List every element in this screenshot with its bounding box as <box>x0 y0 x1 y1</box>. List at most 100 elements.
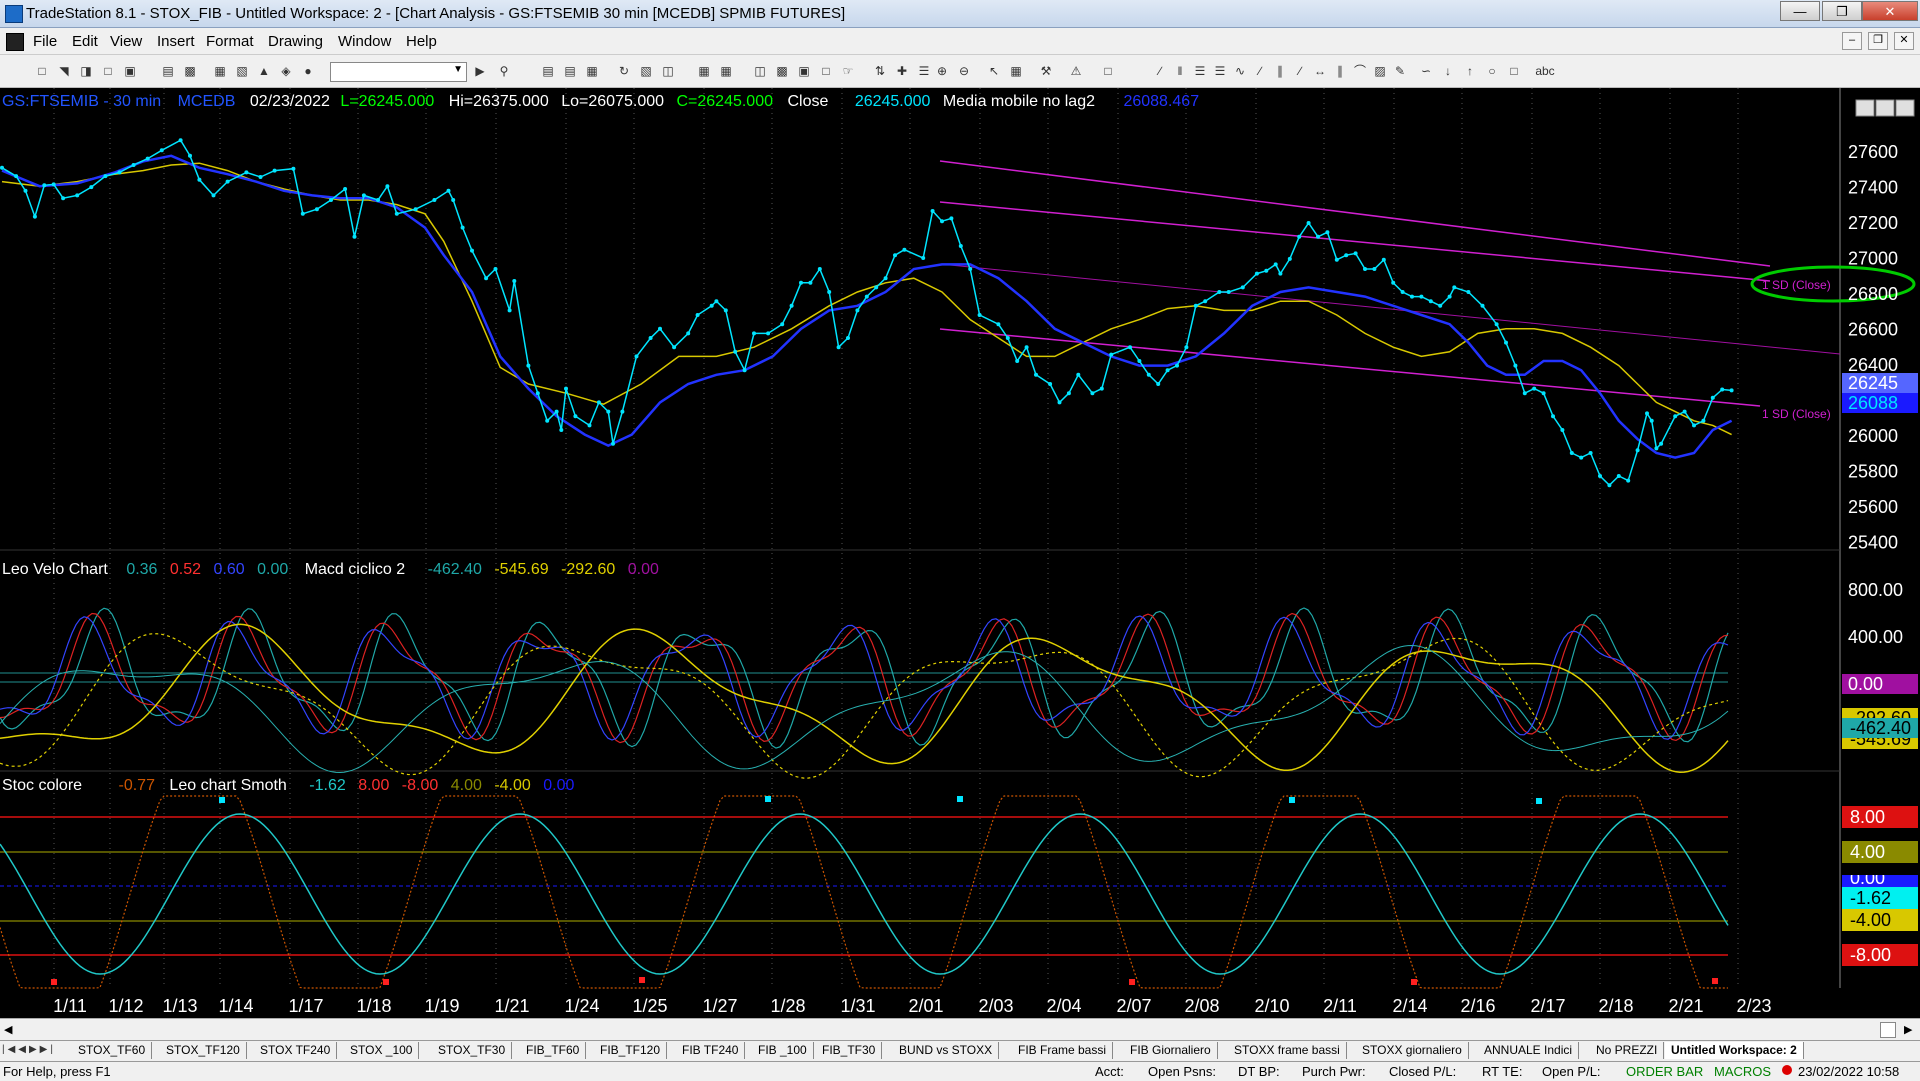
scroll-thumb[interactable] <box>1880 1022 1896 1038</box>
pane-close-button[interactable] <box>1895 99 1915 117</box>
status-macros[interactable]: MACROS <box>1714 1064 1771 1079</box>
select-icon[interactable]: ▦ <box>1008 63 1024 79</box>
radar-icon[interactable]: ▣ <box>796 63 812 79</box>
channel-regression-line[interactable] <box>939 263 1841 355</box>
strategy-icon[interactable]: ◈ <box>278 63 294 79</box>
new-icon[interactable]: □ <box>34 63 50 79</box>
help-icon[interactable]: □ <box>1100 63 1116 79</box>
workspace-tab[interactable]: FIB TF240 <box>676 1042 746 1059</box>
pane-restore-button[interactable] <box>1875 99 1895 117</box>
minimize-button[interactable]: — <box>1780 1 1820 21</box>
go-icon[interactable]: ▶ <box>472 63 488 79</box>
bar-chart-icon[interactable]: ▤ <box>540 63 556 79</box>
open-workspace-icon[interactable]: ◨ <box>78 63 94 79</box>
format-data-icon[interactable]: ▧ <box>234 63 250 79</box>
channel-icon[interactable]: ∥ <box>1332 63 1348 79</box>
line-chart-icon[interactable]: ▤ <box>562 63 578 79</box>
lock-icon[interactable]: ▲ <box>256 63 272 79</box>
print-icon[interactable]: ▤ <box>160 63 176 79</box>
time-zone-icon[interactable]: ▨ <box>1372 63 1388 79</box>
gann-icon[interactable]: ∿ <box>1232 63 1248 79</box>
menu-edit[interactable]: Edit <box>72 33 98 50</box>
split-icon[interactable]: ⇅ <box>872 63 888 79</box>
symbol-combo[interactable]: ▼ <box>330 62 467 82</box>
workspace-tab[interactable]: Untitled Workspace: 2 <box>1665 1042 1804 1059</box>
trendline-icon[interactable]: ∕ <box>1152 63 1168 79</box>
menu-file[interactable]: File <box>33 33 57 50</box>
channel-lower-line[interactable] <box>939 328 1761 407</box>
speedline-icon[interactable]: ∕ <box>1252 63 1268 79</box>
order-bar-icon[interactable]: ● <box>300 63 316 79</box>
symbol-lookup-icon[interactable]: ⚲ <box>496 63 512 79</box>
save-icon[interactable]: ▣ <box>122 63 138 79</box>
workspace-tab[interactable]: STOX_TF60 <box>72 1042 153 1059</box>
mdi-minimize-button[interactable]: – <box>1842 32 1862 50</box>
refresh-icon[interactable]: ↻ <box>616 63 632 79</box>
status-order-bar[interactable]: ORDER BAR <box>1626 1064 1703 1079</box>
scroll-right-icon[interactable]: ▶ <box>1904 1023 1912 1036</box>
workspace-tab[interactable]: ANNUALE Indici <box>1478 1042 1580 1059</box>
regression-icon[interactable]: ∕ <box>1292 63 1308 79</box>
open-icon[interactable]: ◥ <box>56 63 72 79</box>
tab-scroll-arrows-icon[interactable]: |◀◀▶▶| <box>2 1044 56 1055</box>
cursor-cross-icon[interactable]: ✚ <box>894 63 910 79</box>
menu-view[interactable]: View <box>110 33 142 50</box>
pointer-hand-icon[interactable]: ☞ <box>840 63 856 79</box>
workspace-tab[interactable]: STOX TF240 <box>254 1042 338 1059</box>
menu-insert[interactable]: Insert <box>157 33 195 50</box>
new-workspace-icon[interactable]: □ <box>100 63 116 79</box>
chart-style-icon[interactable]: ▧ <box>638 63 654 79</box>
close-button[interactable]: ✕ <box>1862 1 1918 21</box>
tile-icon[interactable]: ▦ <box>718 63 734 79</box>
workspace-tab[interactable]: STOX_TF120 <box>160 1042 247 1059</box>
rectangle-icon[interactable]: □ <box>1506 63 1522 79</box>
curve-icon[interactable]: ∽ <box>1418 63 1434 79</box>
workspace-tab[interactable]: STOXX frame bassi <box>1228 1042 1347 1059</box>
chart-window-icon[interactable] <box>6 33 24 51</box>
arrow-lr-icon[interactable]: ↔ <box>1312 63 1328 79</box>
workspace-tab[interactable]: STOX_TF30 <box>432 1042 513 1059</box>
insert-analysis-icon[interactable]: ◫ <box>752 63 768 79</box>
menu-drawing[interactable]: Drawing <box>268 33 323 50</box>
horizontal-lines-icon[interactable]: ☰ <box>1192 63 1208 79</box>
maximize-button[interactable]: ❐ <box>1822 1 1862 21</box>
window-layout-icon[interactable]: ▦ <box>696 63 712 79</box>
workspace-tab[interactable]: STOX _100 <box>344 1042 420 1059</box>
down-arrow-icon[interactable]: ↓ <box>1440 63 1456 79</box>
format-window-icon[interactable]: ▦ <box>212 63 228 79</box>
grid-icon[interactable]: ▦ <box>584 63 600 79</box>
workspace-tab[interactable]: FIB_TF30 <box>816 1042 883 1059</box>
workspace-tab[interactable]: BUND vs STOXX <box>893 1042 1000 1059</box>
text-tool-icon[interactable]: abc <box>1532 63 1558 79</box>
up-arrow-icon[interactable]: ↑ <box>1462 63 1478 79</box>
menu-window[interactable]: Window <box>338 33 391 50</box>
menu-format[interactable]: Format <box>206 33 254 50</box>
print-preview-icon[interactable]: ▩ <box>182 63 198 79</box>
workspace-tab[interactable]: FIB _100 <box>752 1042 814 1059</box>
andrews-icon[interactable]: ∥ <box>1272 63 1288 79</box>
pencil-icon[interactable]: ✎ <box>1392 63 1408 79</box>
vertical-lines-icon[interactable]: ‖ <box>1172 63 1188 79</box>
workspace-tab[interactable]: No PREZZI <box>1590 1042 1665 1059</box>
matrix-icon[interactable]: ▩ <box>774 63 790 79</box>
fib-icon[interactable]: ☰ <box>1212 63 1228 79</box>
data-tips-icon[interactable]: ☰ <box>916 63 932 79</box>
workspace-tab[interactable]: FIB Frame bassi <box>1012 1042 1114 1059</box>
quote-icon[interactable]: □ <box>818 63 834 79</box>
arc-icon[interactable]: ⌒ <box>1352 63 1368 79</box>
horizontal-scrollbar[interactable]: ◀ ▶ <box>0 1018 1920 1041</box>
mdi-restore-button[interactable]: ❐ <box>1868 32 1888 50</box>
scroll-left-icon[interactable]: ◀ <box>4 1023 12 1036</box>
workspace-tab[interactable]: FIB_TF120 <box>594 1042 668 1059</box>
indicator-icon[interactable]: ◫ <box>660 63 676 79</box>
workspace-tab[interactable]: STOXX giornaliero <box>1356 1042 1469 1059</box>
zoom-in-icon[interactable]: ⊕ <box>934 63 950 79</box>
chart-analysis-window[interactable]: GS:FTSEMIB - 30 min MCEDB 02/23/2022 L=2… <box>0 88 1920 1018</box>
ellipse-icon[interactable]: ○ <box>1484 63 1500 79</box>
chart-svg[interactable]: GS:FTSEMIB - 30 min MCEDB 02/23/2022 L=2… <box>0 88 1920 1018</box>
zoom-out-icon[interactable]: ⊖ <box>956 63 972 79</box>
workspace-tab[interactable]: FIB_TF60 <box>520 1042 587 1059</box>
workspace-tab[interactable]: FIB Giornaliero <box>1124 1042 1218 1059</box>
pane-minimize-button[interactable] <box>1855 99 1875 117</box>
alert-icon[interactable]: ⚠ <box>1068 63 1084 79</box>
